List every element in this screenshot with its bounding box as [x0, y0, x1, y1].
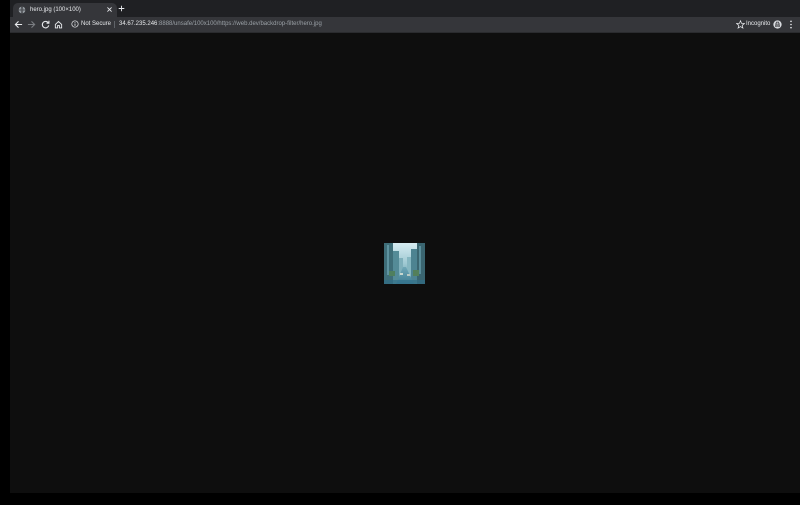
browser-window: hero.jpg (100×100) Not Secure 34.67.235.… — [10, 0, 800, 493]
close-icon[interactable] — [106, 6, 113, 13]
url-path: :8888/unsafe/100x100/https://web.dev/bac… — [157, 21, 322, 27]
incognito-icon[interactable] — [773, 20, 782, 29]
url-host: 34.67.235.246 — [119, 21, 158, 27]
reload-icon[interactable] — [41, 20, 50, 29]
security-status-label[interactable]: Not Secure — [81, 19, 111, 30]
page-content — [10, 33, 800, 493]
kebab-menu-icon[interactable] — [788, 20, 794, 29]
tab-hero-jpg[interactable]: hero.jpg (100×100) — [13, 3, 117, 17]
forward-arrow-icon[interactable] — [27, 20, 36, 29]
incognito-label[interactable]: Incognito — [746, 18, 770, 31]
home-icon[interactable] — [54, 20, 63, 29]
omnibox-divider — [114, 21, 115, 28]
tab-strip: hero.jpg (100×100) — [10, 0, 800, 17]
info-icon[interactable] — [71, 20, 79, 28]
new-tab-plus-icon[interactable] — [118, 5, 125, 12]
toolbar: Not Secure 34.67.235.246:8888/unsafe/100… — [10, 17, 800, 33]
back-arrow-icon[interactable] — [14, 20, 23, 29]
address-bar[interactable]: Not Secure 34.67.235.246:8888/unsafe/100… — [67, 18, 749, 31]
globe-icon — [18, 6, 26, 14]
tab-title: hero.jpg (100×100) — [30, 7, 81, 13]
url-text[interactable]: 34.67.235.246:8888/unsafe/100x100/https:… — [119, 19, 322, 30]
hero-image — [384, 243, 425, 284]
star-icon[interactable] — [736, 20, 745, 29]
